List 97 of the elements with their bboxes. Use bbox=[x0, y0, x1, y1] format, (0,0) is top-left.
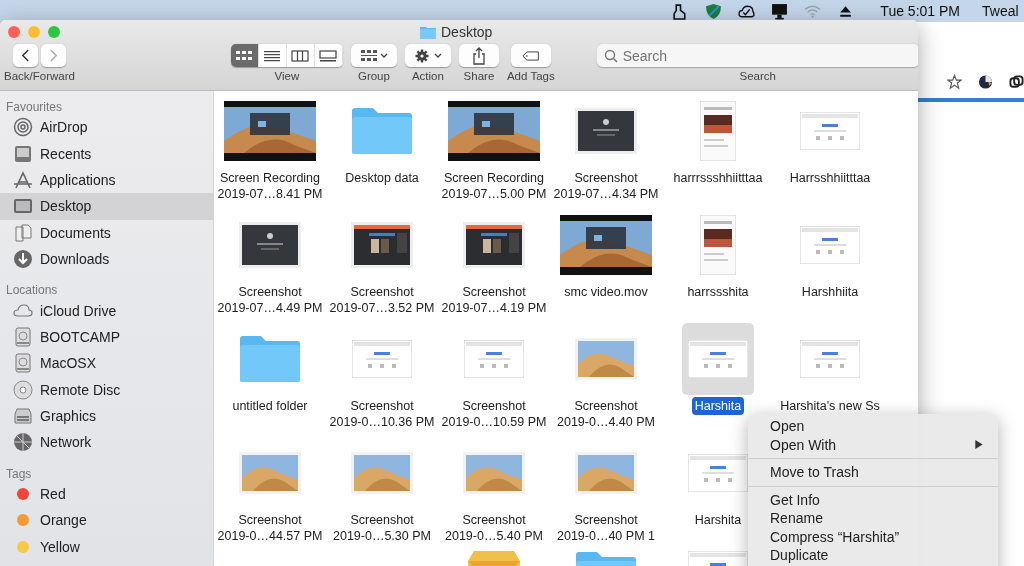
folder-icon bbox=[239, 335, 301, 383]
action-button[interactable] bbox=[404, 44, 451, 67]
file-name: Screenshot 2019-07…4.49 PM bbox=[216, 284, 324, 317]
sidebar-item[interactable]: Remote Disc bbox=[0, 376, 213, 403]
drive-icon bbox=[13, 406, 33, 427]
file-name: Screenshot 2019-07…4.34 PM bbox=[552, 170, 660, 203]
file-name: Screenshot 2019-0…44.57 PM bbox=[216, 512, 324, 545]
menu-item[interactable]: Rename bbox=[748, 509, 998, 528]
applications-icon bbox=[13, 169, 33, 190]
icon-grid-icon bbox=[235, 49, 254, 62]
gallery-icon bbox=[319, 49, 338, 62]
view-mode-button[interactable] bbox=[258, 44, 287, 67]
sidebar-heading: Locations bbox=[5, 282, 59, 298]
file-name: Harshhiita bbox=[800, 284, 860, 301]
file-name: Screenshot 2019-07…4.19 PM bbox=[440, 284, 548, 317]
sidebar-item[interactable]: iCloud Drive bbox=[0, 297, 213, 324]
file-name: Screenshot 2019-0…10.59 PM bbox=[440, 398, 548, 431]
file-name: Screenshot 2019-0…4.40 PM bbox=[556, 398, 656, 431]
view-mode-button[interactable] bbox=[230, 44, 259, 67]
cloud-check-icon[interactable] bbox=[738, 2, 756, 20]
toolbar-label: Action bbox=[411, 70, 444, 82]
airdrop-icon bbox=[13, 117, 33, 138]
toolbar-label: Share bbox=[463, 70, 495, 82]
sidebar-item[interactable]: Recents bbox=[0, 140, 213, 167]
file-name: Harshita bbox=[693, 512, 743, 529]
folder-icon bbox=[420, 25, 436, 39]
search-icon bbox=[603, 49, 618, 63]
file-name: smc video.mov bbox=[563, 284, 649, 301]
documents-icon bbox=[13, 222, 33, 243]
sidebar-item[interactable]: Red bbox=[0, 480, 213, 508]
file-name: Harshita's new Ss bbox=[779, 398, 881, 415]
sidebar-item[interactable]: Orange bbox=[0, 507, 213, 534]
link-icon[interactable] bbox=[1009, 74, 1024, 90]
sidebar-heading: Tags bbox=[5, 465, 33, 481]
sidebar-item[interactable]: BOOTCAMP bbox=[0, 323, 213, 351]
file-name: Screenshot 2019-0…5.40 PM bbox=[444, 512, 544, 545]
sidebar-item[interactable]: Applications bbox=[0, 166, 213, 194]
sidebar-item[interactable]: Network bbox=[0, 429, 213, 456]
toolbar-label: Back/Forward bbox=[4, 70, 75, 82]
back-icon bbox=[20, 49, 30, 62]
file-icon-tile[interactable] bbox=[682, 323, 754, 395]
file-name: Screenshot 2019-0…10.36 PM bbox=[328, 398, 436, 431]
columns-icon bbox=[291, 49, 310, 62]
menu-bar-clock[interactable]: Tue 5:01 PM bbox=[880, 3, 960, 19]
view-mode-button[interactable] bbox=[286, 44, 315, 67]
sidebar-item[interactable]: Yellow bbox=[0, 533, 213, 560]
file-name: harrrssshhiitttaa bbox=[672, 170, 764, 187]
menu-item[interactable]: Duplicate bbox=[748, 546, 998, 565]
sidebar-heading: Favourites bbox=[5, 99, 64, 114]
globe-icon bbox=[13, 432, 33, 453]
menu-item[interactable]: Move to Trash bbox=[748, 463, 998, 482]
file-name: Screen Recording 2019-07…5.00 PM bbox=[440, 170, 548, 203]
share-icon bbox=[471, 46, 486, 65]
add-tags-button[interactable] bbox=[510, 44, 551, 67]
menu-item[interactable]: Open With bbox=[748, 435, 998, 454]
file-name: Screen Recording 2019-07…8.41 PM bbox=[216, 170, 324, 203]
folder-icon bbox=[351, 107, 413, 155]
toolbar-label: Group bbox=[357, 70, 390, 82]
sidebar-item[interactable]: MacOSX bbox=[0, 350, 213, 377]
file-name: Screenshot 2019-0…5.30 PM bbox=[332, 512, 432, 545]
toolbar-label: Add Tags bbox=[506, 70, 555, 82]
recents-icon bbox=[13, 143, 33, 164]
tag-icon bbox=[521, 49, 540, 62]
file-name: Harshita bbox=[691, 397, 745, 415]
submenu-arrow-icon bbox=[974, 439, 984, 451]
file-name: harrssshita bbox=[686, 284, 750, 301]
file-name: Harrsshhiitttaa bbox=[788, 170, 872, 187]
toolbar-label: View bbox=[274, 70, 300, 82]
close-button[interactable] bbox=[8, 26, 20, 38]
window-title: Desktop bbox=[441, 24, 493, 40]
menu-item[interactable]: Get Info bbox=[748, 490, 998, 509]
sidebar-item[interactable]: Documents bbox=[0, 219, 213, 246]
file-name: untitled folder bbox=[231, 398, 309, 415]
group-button[interactable] bbox=[350, 44, 397, 67]
disc-icon bbox=[13, 379, 33, 400]
menu-bar-item[interactable]: Tweal bbox=[982, 3, 1024, 19]
file-name: Screenshot 2019-0…40 PM 1 bbox=[556, 512, 656, 545]
sidebar-item[interactable]: Downloads bbox=[0, 245, 213, 273]
file-name: Screenshot 2019-07…3.52 PM bbox=[328, 284, 436, 317]
back-button[interactable] bbox=[12, 44, 38, 67]
menu-item[interactable]: Open bbox=[748, 417, 998, 436]
forward-icon bbox=[48, 49, 58, 62]
shield-icon[interactable] bbox=[705, 2, 723, 20]
search-field[interactable]: Search bbox=[596, 44, 918, 67]
download-icon bbox=[13, 249, 33, 270]
view-mode-button[interactable] bbox=[314, 44, 343, 67]
toolbar-label: Search bbox=[739, 70, 776, 82]
monitor-icon[interactable] bbox=[771, 2, 789, 20]
sidebar-item[interactable]: AirDrop bbox=[0, 114, 213, 141]
list-icon bbox=[263, 49, 282, 62]
star-icon[interactable] bbox=[947, 74, 962, 90]
sidebar-item[interactable]: Desktop bbox=[0, 193, 213, 220]
share-button[interactable] bbox=[458, 44, 499, 67]
file-name: Desktop data bbox=[344, 170, 420, 187]
menu-item[interactable]: Compress “Harshita” bbox=[748, 527, 998, 546]
sidebar-item[interactable]: Graphics bbox=[0, 402, 213, 430]
extension-icon[interactable] bbox=[978, 74, 993, 90]
